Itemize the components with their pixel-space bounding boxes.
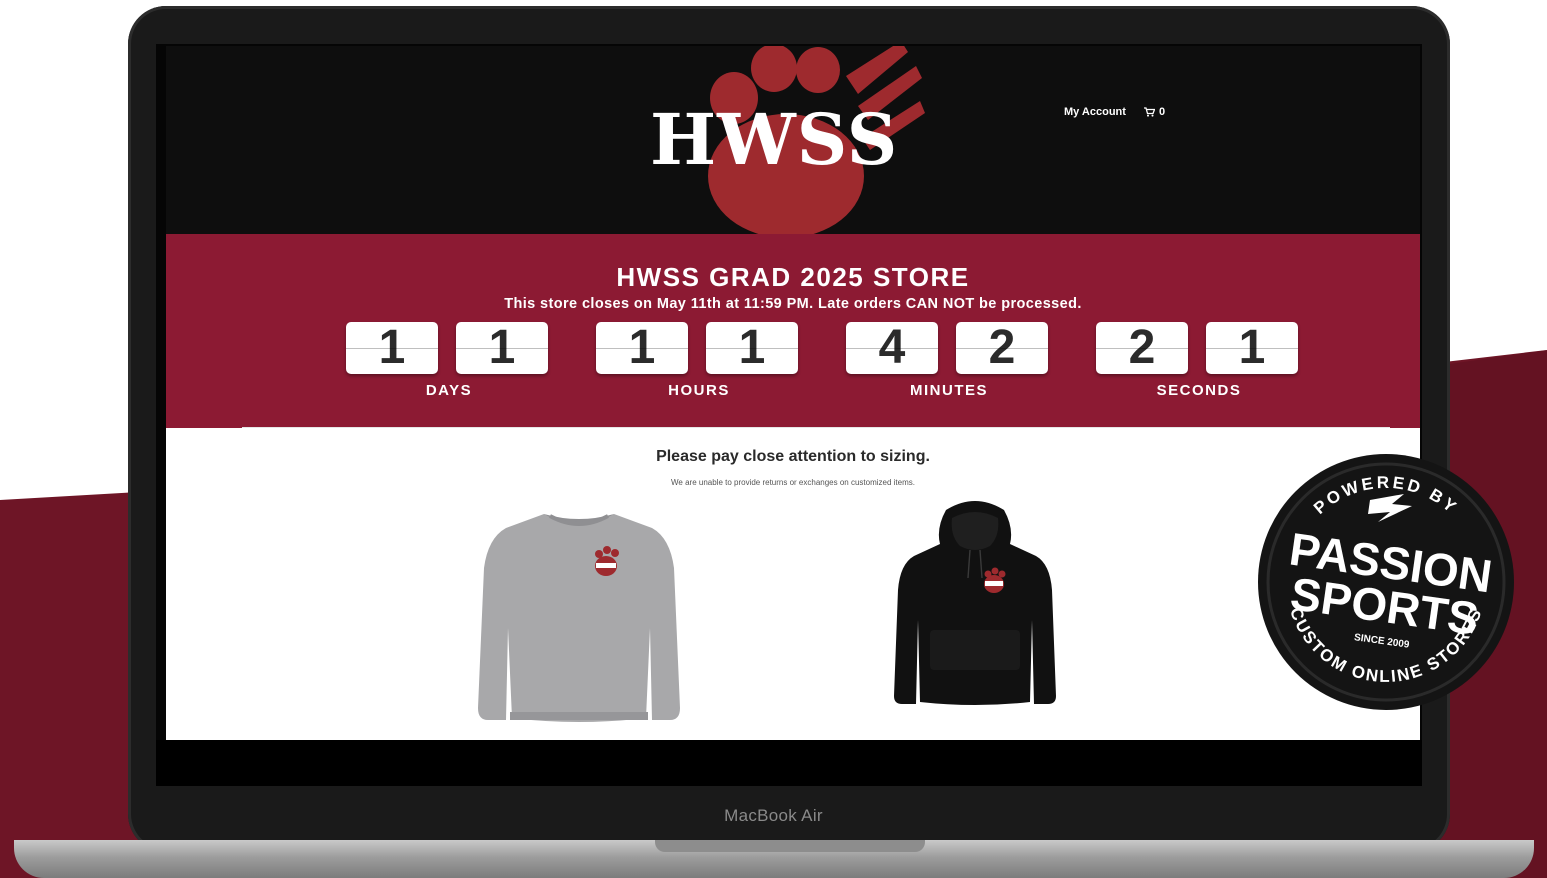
countdown-timer: 1 1 DAYS 1 1 HOURS 4 2 MINUTES 2 1 SECON… bbox=[346, 322, 1302, 412]
logo-text[interactable]: HWSS bbox=[650, 100, 897, 180]
countdown-label: DAYS bbox=[425, 382, 473, 399]
countdown-hours: 1 1 HOURS bbox=[596, 322, 802, 412]
site-header: HWSS My Account 0 bbox=[166, 46, 1420, 234]
cart-button[interactable]: 0 bbox=[1143, 106, 1166, 118]
countdown-digit: 2 bbox=[1096, 322, 1188, 374]
countdown-digit: 4 bbox=[846, 322, 938, 374]
header-nav: My Account 0 bbox=[1064, 106, 1165, 118]
sizing-notice-detail: We are unable to provide returns or exch… bbox=[671, 478, 915, 487]
browser-screen: HWSS My Account 0 HWSS GRAD 2025 STORE T… bbox=[166, 46, 1420, 740]
store-close-notice: This store closes on May 11th at 11:59 P… bbox=[504, 296, 1082, 312]
countdown-days: 1 1 DAYS bbox=[346, 322, 552, 412]
laptop-notch bbox=[655, 840, 925, 852]
countdown-label: MINUTES bbox=[910, 382, 988, 399]
sizing-notice-heading: Please pay close attention to sizing. bbox=[656, 448, 930, 465]
screen-bottom-bar bbox=[156, 740, 1422, 786]
countdown-label: HOURS bbox=[668, 382, 730, 399]
countdown-digit: 1 bbox=[1206, 322, 1298, 374]
countdown-digit: 1 bbox=[706, 322, 798, 374]
cart-count: 0 bbox=[1158, 106, 1166, 118]
countdown-seconds: 2 1 SECONDS bbox=[1096, 322, 1302, 412]
passion-sports-badge-logo: POWERED BY PASSION SPORTS SINCE 2009 CUS… bbox=[1258, 454, 1514, 710]
device-label: MacBook Air bbox=[724, 806, 823, 825]
countdown-digit: 1 bbox=[346, 322, 438, 374]
cart-icon bbox=[1143, 107, 1155, 117]
my-account-link[interactable]: My Account bbox=[1064, 106, 1126, 118]
grey-crewneck-product-image[interactable] bbox=[474, 508, 684, 728]
black-hoodie-product-image[interactable] bbox=[890, 500, 1060, 710]
section-divider bbox=[242, 427, 1390, 428]
countdown-digit: 1 bbox=[456, 322, 548, 374]
store-title: HWSS GRAD 2025 STORE bbox=[616, 262, 970, 292]
countdown-digit: 1 bbox=[596, 322, 688, 374]
countdown-label: SECONDS bbox=[1156, 382, 1242, 399]
countdown-digit: 2 bbox=[956, 322, 1048, 374]
store-banner: HWSS GRAD 2025 STORE This store closes o… bbox=[166, 234, 1420, 428]
countdown-minutes: 4 2 MINUTES bbox=[846, 322, 1052, 412]
